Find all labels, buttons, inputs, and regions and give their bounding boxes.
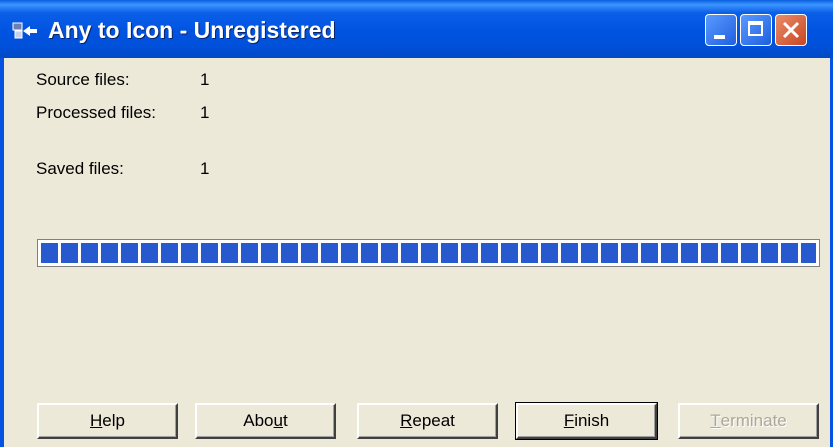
- progress-bar: [37, 239, 820, 267]
- progress-fill: [41, 243, 816, 263]
- minimize-button[interactable]: [705, 14, 737, 46]
- window-title: Any to Icon - Unregistered: [48, 17, 336, 43]
- saved-files-value: 1: [200, 159, 210, 178]
- repeat-button[interactable]: Repeat: [357, 403, 498, 439]
- source-files-label: Source files:: [36, 70, 130, 89]
- close-button[interactable]: [775, 14, 807, 46]
- finish-button[interactable]: Finish: [515, 402, 658, 440]
- source-files-value: 1: [200, 70, 210, 89]
- close-icon: [782, 21, 800, 39]
- help-button[interactable]: Help: [37, 403, 178, 439]
- window-border-left: [0, 58, 4, 447]
- processed-files-label: Processed files:: [36, 103, 156, 122]
- terminate-button[interactable]: Terminate: [678, 403, 819, 439]
- processed-files-value: 1: [200, 103, 210, 122]
- maximize-button[interactable]: [740, 14, 772, 46]
- title-bar[interactable]: Any to Icon - Unregistered: [0, 0, 833, 58]
- app-icon: [12, 22, 37, 39]
- app-window: Any to Icon - Unregistered Source files:…: [0, 0, 833, 447]
- about-button[interactable]: Abo u t: [195, 403, 336, 439]
- saved-files-label: Saved files:: [36, 159, 124, 178]
